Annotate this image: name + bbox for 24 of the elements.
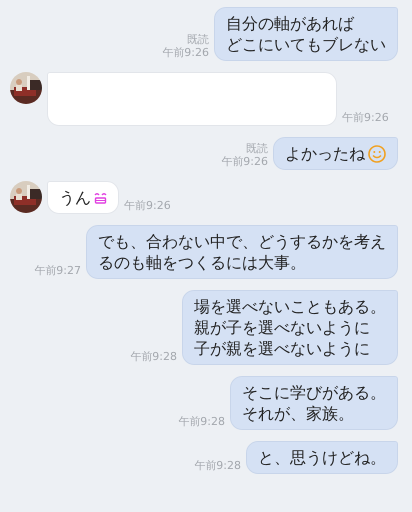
message-text: うん xyxy=(59,187,91,208)
message-text: 親が子を選べないように xyxy=(194,317,371,338)
message-text: 自分の軸があれば xyxy=(226,13,356,34)
message-time: 午前9:28 xyxy=(178,415,225,429)
message-text: 子が親を選べないように xyxy=(194,338,371,359)
smiley-icon xyxy=(368,144,386,162)
message-time: 午前9:28 xyxy=(194,459,241,473)
message-text: そこに学びがある。 xyxy=(242,382,386,403)
message-time: 午前9:26 xyxy=(162,46,209,60)
message-time: 午前9:28 xyxy=(130,350,177,364)
message-time: 午前9:27 xyxy=(34,264,81,278)
read-receipt: 既読 xyxy=(187,32,209,46)
message-text: よかったね xyxy=(285,143,365,164)
message-time: 午前9:26 xyxy=(124,199,171,213)
laughing-face-icon xyxy=(94,192,107,204)
message-text: それが、家族。 xyxy=(242,403,355,424)
message-text: 場を選べないこともある。 xyxy=(194,296,386,317)
message-text: と、思うけどね。 xyxy=(258,447,386,468)
message-time: 午前9:26 xyxy=(342,111,389,125)
message-text: るのも軸をつくるには大事。 xyxy=(98,252,307,273)
read-receipt: 既読 xyxy=(246,142,268,156)
message-text: どこにいてもブレない xyxy=(226,34,386,55)
message-text: でも、合わない中で、どうするかを考え xyxy=(98,231,386,252)
message-time: 午前9:26 xyxy=(221,155,268,169)
